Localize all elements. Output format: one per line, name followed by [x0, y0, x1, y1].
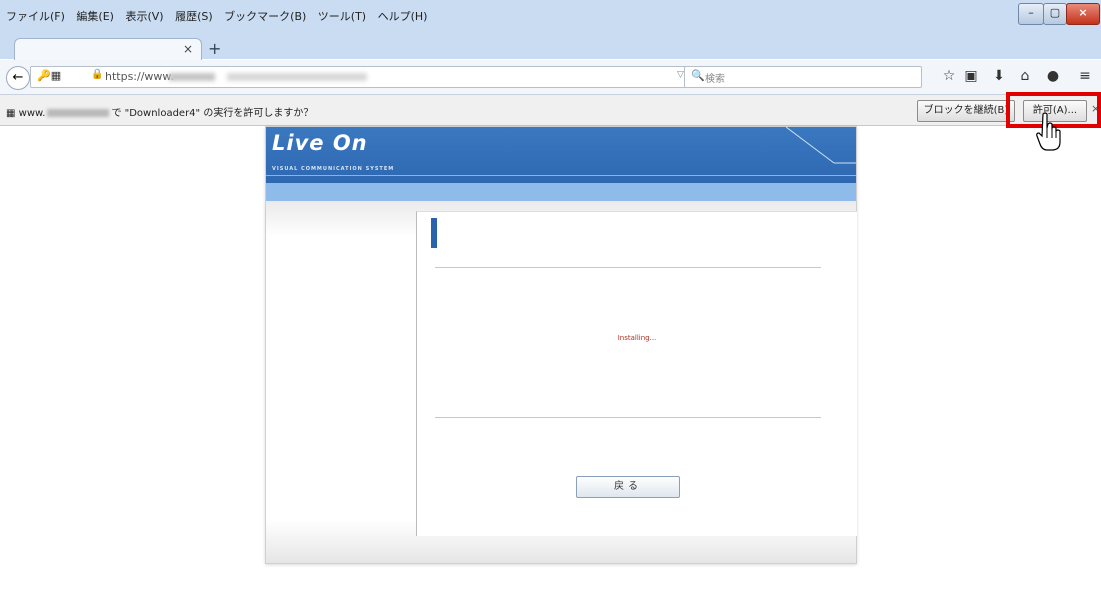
menu-help[interactable]: ヘルプ(H) — [378, 10, 428, 23]
minimize-button[interactable]: – — [1018, 3, 1044, 25]
redacted-url-part — [227, 73, 367, 81]
maximize-button[interactable]: ▢ — [1043, 3, 1067, 25]
page-body: Installing... 戻る — [266, 201, 857, 563]
logo: Live On — [272, 131, 368, 155]
url-dropdown-icon[interactable]: ▽ — [677, 70, 684, 80]
site-identity-icon[interactable]: 🔑▦ — [37, 69, 61, 82]
back-button[interactable]: ← — [6, 66, 30, 90]
tab-close-icon[interactable]: × — [183, 42, 193, 56]
menu-edit[interactable]: 編集(E) — [76, 10, 114, 23]
maximize-icon: ▢ — [1049, 6, 1061, 19]
minimize-icon: – — [1028, 6, 1034, 19]
banner-decoration — [786, 127, 856, 164]
search-input[interactable]: 🔍 検索 — [684, 66, 922, 88]
redacted-url-part — [169, 73, 215, 81]
close-icon: × — [1078, 6, 1088, 19]
menu-tools[interactable]: ツール(T) — [318, 10, 366, 23]
tab-current[interactable]: × — [14, 38, 202, 61]
banner-divider — [266, 175, 856, 176]
section-marker — [431, 218, 437, 248]
download-icon[interactable]: ⬇ — [990, 68, 1008, 84]
menu-bookmarks[interactable]: ブックマーク(B) — [224, 10, 306, 23]
notification-message: ▦ www. で "Downloader4" の実行を許可しますか？ — [6, 104, 313, 119]
continue-blocking-button[interactable]: ブロックを継続(B) — [917, 100, 1015, 122]
close-window-button[interactable]: × — [1066, 3, 1100, 25]
divider — [435, 267, 821, 268]
notification-prefix: www. — [18, 108, 46, 119]
redacted-domain — [47, 109, 110, 117]
menu-history[interactable]: 履歴(S) — [175, 10, 213, 23]
lock-icon: 🔒 — [91, 69, 104, 80]
chat-icon[interactable]: ● — [1044, 68, 1062, 84]
menu-view[interactable]: 表示(V) — [125, 10, 163, 23]
url-bar[interactable]: 🔑▦ 🔒 https://www. ▽ C — [30, 66, 778, 88]
divider — [435, 417, 821, 418]
plugin-icon: ▦ — [6, 108, 19, 119]
hand-cursor-icon — [1036, 112, 1061, 151]
search-icon: 🔍 — [691, 69, 705, 82]
bookmark-star-icon[interactable]: ☆ — [940, 68, 958, 84]
new-tab-button[interactable]: + — [208, 39, 221, 58]
library-icon[interactable]: ▣ — [962, 68, 980, 84]
logo-subtitle: VISUAL COMMUNICATION SYSTEM — [272, 166, 395, 172]
banner-strip — [266, 183, 856, 201]
install-panel: Installing... 戻る — [416, 211, 857, 536]
back-page-button[interactable]: 戻る — [576, 476, 680, 498]
url-text: https://www. — [105, 70, 174, 83]
home-icon[interactable]: ⌂ — [1016, 68, 1034, 84]
menu-bar: ファイル(F) 編集(E) 表示(V) 履歴(S) ブックマーク(B) ツール(… — [6, 8, 435, 24]
search-placeholder: 検索 — [705, 74, 725, 85]
web-page: Live On VISUAL COMMUNICATION SYSTEM Inst… — [265, 126, 857, 564]
notification-text: で "Downloader4" の実行を許可しますか？ — [111, 108, 314, 119]
menu-icon[interactable]: ≡ — [1076, 68, 1094, 84]
install-status: Installing... — [617, 334, 657, 342]
menu-file[interactable]: ファイル(F) — [6, 10, 65, 23]
page-banner: Live On VISUAL COMMUNICATION SYSTEM — [266, 127, 856, 201]
